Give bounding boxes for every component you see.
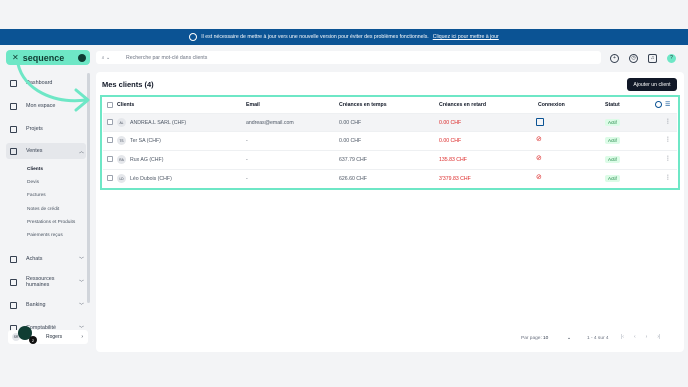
sidebar-item-label: Banking [26,302,46,308]
search-input[interactable]: Recherche par mot-clé dans clients [126,55,207,61]
add-icon[interactable]: + [610,53,619,63]
sub-item-factures[interactable]: Factures [27,193,46,198]
sidebar-item-label: Ressources humaines [26,276,55,288]
search-icon: ⌕ ⌄ [101,54,111,61]
page-title: Mes clients (4) [102,80,154,89]
add-client-button[interactable]: Ajouter un client [627,78,677,91]
bell-icon[interactable]: ♫ [648,53,657,63]
sidebar-item-label: Ventes [26,148,43,154]
sidebar-item-projets[interactable]: Projets [10,123,84,135]
bank-icon [10,301,17,309]
sidebar-item-banking[interactable]: Banking ﹀ [10,299,84,311]
money-bag-icon [10,147,17,155]
update-banner: Il est nécessaire de mettre à jour vers … [0,29,688,45]
chevron-down-icon: ⌄ [566,336,571,341]
refresh-icon [189,33,198,41]
next-page-icon[interactable]: › [646,334,648,340]
people-icon [10,278,17,286]
per-page-label: Par page: [521,336,542,341]
sidebar-item-rh[interactable]: Ressources humaines ﹀ [10,276,84,288]
shopping-bag-icon [10,255,17,263]
chevron-down-icon: ﹀ [78,279,84,286]
last-page-icon[interactable]: ›| [657,334,660,340]
chevron-down-icon: ﹀ [78,302,84,309]
notification-count-badge: 2 [29,336,37,344]
checkbox-icon [10,125,17,133]
table-highlight-frame [100,95,680,190]
user-name: Rogers [46,334,63,340]
banner-message: Il est nécessaire de mettre à jour vers … [201,34,429,40]
sub-item-devis[interactable]: Devis [27,180,39,185]
prev-page-icon[interactable]: ‹ [634,334,636,340]
first-page-icon[interactable]: |‹ [621,334,624,340]
user-avatar-icon[interactable]: ? [667,53,676,63]
per-page-select[interactable]: 10 ⌄ [543,334,571,343]
sidebar-item-achats[interactable]: Achats ﹀ [10,253,84,265]
pagination-controls: |‹ ‹ › ›| [621,334,660,340]
pagination-range: 1 - 4 sur 4 [587,336,609,341]
sub-item-clients[interactable]: Clients [27,167,43,172]
chevron-down-icon: ﹀ [78,256,84,263]
header-icons: + ◷ ♫ ? [610,52,680,64]
chevron-up-icon: ︿ [78,148,84,155]
search-bar[interactable]: ⌕ ⌄ Recherche par mot-clé dans clients [96,51,601,64]
sub-item-notes-credit[interactable]: Notes de crédit [27,207,59,212]
sub-item-paiements[interactable]: Paiements reçus [27,233,63,238]
sidebar-item-ventes[interactable]: Ventes ︿ [10,145,84,157]
sidebar-item-label: Achats [26,256,43,262]
update-link[interactable]: Cliquez ici pour mettre à jour [433,34,499,40]
chevron-right-icon: › [81,334,83,340]
sub-item-prestations[interactable]: Prestations et Produits [27,220,75,225]
clock-icon[interactable]: ◷ [629,53,638,63]
sidebar-item-label: Projets [26,126,43,132]
annotation-arrow-icon [16,62,90,112]
per-page-value: 10 [543,336,549,341]
